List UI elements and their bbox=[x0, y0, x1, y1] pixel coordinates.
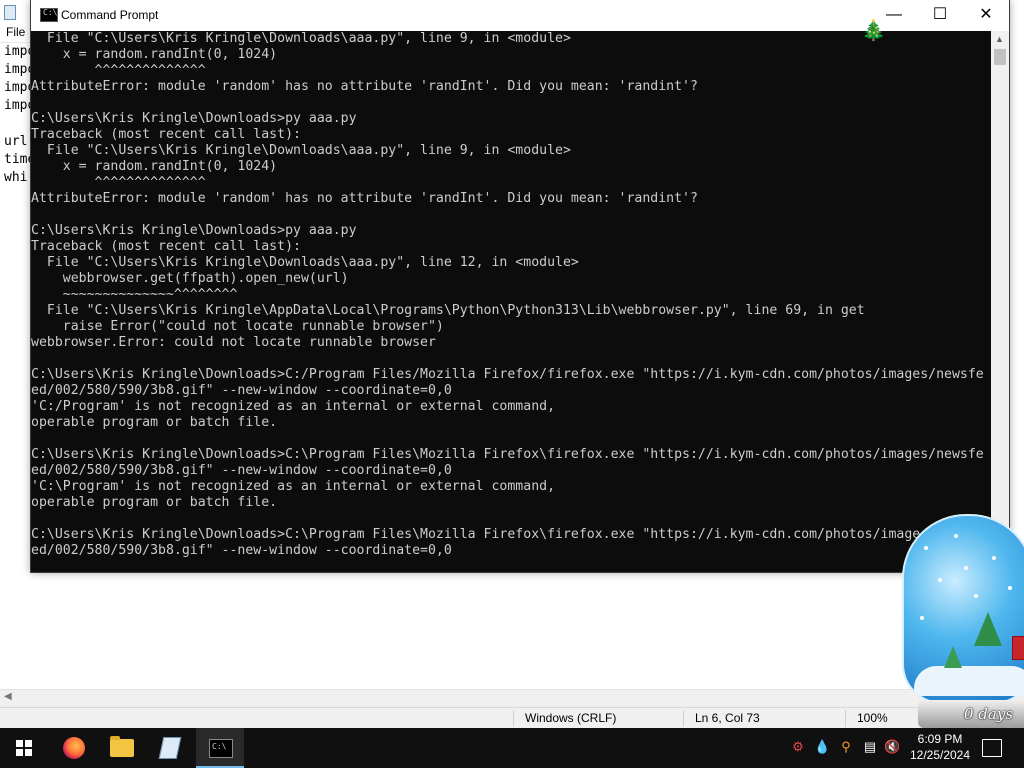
console-line: C:\Users\Kris Kringle\Downloads>py aaa.p… bbox=[31, 111, 357, 126]
command-prompt-icon: C:\ bbox=[40, 8, 58, 22]
network-sharing-icon[interactable]: ⚙ bbox=[790, 739, 806, 755]
console-line: C:\Users\Kris Kringle\Downloads>C:/Progr… bbox=[31, 367, 984, 382]
globe-tree-icon bbox=[944, 646, 962, 668]
console-line: 'C:\Program' is not recognized as an int… bbox=[31, 479, 556, 494]
volume-muted-icon[interactable]: 🔇 bbox=[884, 739, 900, 755]
taskbar-firefox[interactable] bbox=[50, 728, 98, 768]
clock-time: 6:09 PM bbox=[917, 732, 963, 746]
snow-globe-base: 0 days bbox=[918, 700, 1024, 728]
notepad-line: impo bbox=[4, 98, 30, 113]
cmd-vertical-scrollbar[interactable]: ▲ bbox=[991, 31, 1009, 572]
console-line: x = random.randInt(0, 1024) bbox=[31, 159, 278, 174]
console-output-area[interactable]: File "C:\Users\Kris Kringle\Downloads\aa… bbox=[31, 31, 991, 571]
taskbar: C:\ ⚙ 💧 ⚲ ▤ 🔇 6:09 PM 12/25/2024 bbox=[0, 728, 1024, 768]
snowflake bbox=[992, 556, 996, 560]
taskbar-command-prompt[interactable]: C:\ bbox=[196, 728, 244, 768]
console-line: File "C:\Users\Kris Kringle\Downloads\aa… bbox=[31, 143, 571, 158]
console-line: AttributeError: module 'random' has no a… bbox=[31, 191, 698, 206]
cmd-titlebar[interactable]: C:\ Command Prompt 🎄 — ☐ ✕ bbox=[31, 0, 1009, 42]
snowflake bbox=[954, 534, 958, 538]
status-divider bbox=[513, 710, 514, 727]
windows-logo-icon bbox=[16, 740, 32, 756]
console-line: webbrowser.get(ffpath).open_new(url) bbox=[31, 271, 349, 286]
notepad-line: impo bbox=[4, 44, 30, 59]
console-line: ed/002/580/590/3b8.gif" --new-window --c… bbox=[31, 463, 452, 478]
system-clock[interactable]: 6:09 PM 12/25/2024 bbox=[900, 731, 980, 763]
scroll-left-icon[interactable]: ◀ bbox=[4, 691, 12, 702]
snowflake bbox=[920, 616, 924, 620]
notepad-menubar: File bbox=[0, 24, 30, 43]
firefox-icon bbox=[63, 737, 85, 759]
status-divider bbox=[845, 710, 846, 727]
command-prompt-icon: C:\ bbox=[209, 739, 233, 758]
globe-tree-icon bbox=[974, 612, 1002, 646]
notepad-line: whi bbox=[4, 170, 28, 185]
notepad-line: url bbox=[4, 134, 28, 149]
console-line: webbrowser.Error: could not locate runna… bbox=[31, 335, 436, 350]
command-prompt-window: C:\ Command Prompt 🎄 — ☐ ✕ File "C:\User… bbox=[30, 0, 1010, 573]
scrollbar-thumb[interactable] bbox=[994, 49, 1006, 65]
console-line: C:\Users\Kris Kringle\Downloads>C:\Progr… bbox=[31, 527, 937, 542]
water-drop-icon[interactable]: 💧 bbox=[814, 739, 830, 755]
network-icon[interactable]: ▤ bbox=[862, 739, 878, 755]
console-line: File "C:\Users\Kris Kringle\AppData\Loca… bbox=[31, 303, 865, 318]
snow-ground bbox=[914, 666, 1024, 696]
cmd-icon-glyph: C:\ bbox=[43, 8, 58, 17]
snowflake bbox=[924, 546, 928, 550]
status-divider bbox=[683, 710, 684, 727]
console-line: File "C:\Users\Kris Kringle\Downloads\aa… bbox=[31, 255, 579, 270]
console-line: File "C:\Users\Kris Kringle\Downloads\aa… bbox=[31, 31, 571, 46]
gift-icon bbox=[1012, 636, 1024, 660]
snowflake bbox=[1008, 586, 1012, 590]
notepad-line: impo bbox=[4, 62, 30, 77]
maximize-button[interactable]: ☐ bbox=[917, 0, 963, 31]
status-zoom: 100% bbox=[857, 711, 888, 725]
console-line: C:\Users\Kris Kringle\Downloads>C:\Progr… bbox=[31, 447, 984, 462]
minimize-button[interactable]: — bbox=[871, 0, 917, 31]
days-counter: 0 days bbox=[964, 705, 1014, 723]
close-button[interactable]: ✕ bbox=[963, 0, 1009, 31]
window-title: Command Prompt bbox=[61, 8, 159, 22]
notepad-icon bbox=[4, 5, 16, 20]
status-line-ending: Windows (CRLF) bbox=[525, 711, 617, 725]
notepad-icon bbox=[158, 737, 182, 759]
console-line: x = random.randInt(0, 1024) bbox=[31, 47, 278, 62]
snowflake bbox=[964, 566, 968, 570]
snowflake bbox=[938, 578, 942, 582]
menu-file[interactable]: File bbox=[6, 25, 25, 39]
console-line: raise Error("could not locate runnable b… bbox=[31, 319, 444, 334]
console-line: operable program or batch file. bbox=[31, 415, 278, 430]
console-line: ^^^^^^^^^^^^^^ bbox=[31, 175, 206, 190]
notepad-line: impo bbox=[4, 80, 30, 95]
file-explorer-icon bbox=[110, 736, 134, 757]
notepad-status-bar: Windows (CRLF) Ln 6, Col 73 100% bbox=[0, 707, 1024, 729]
start-button[interactable] bbox=[0, 728, 48, 768]
notification-icon[interactable] bbox=[982, 739, 1002, 757]
snow-globe-ball bbox=[902, 514, 1024, 704]
taskbar-file-explorer[interactable] bbox=[98, 728, 146, 768]
status-cursor-position: Ln 6, Col 73 bbox=[695, 711, 760, 725]
snowflake bbox=[974, 594, 978, 598]
notepad-line: time bbox=[4, 152, 30, 167]
console-line: operable program or batch file. bbox=[31, 495, 278, 510]
taskbar-notepad[interactable] bbox=[146, 728, 194, 768]
clock-date: 12/25/2024 bbox=[909, 748, 971, 762]
notepad-titlebar[interactable] bbox=[0, 0, 30, 24]
notepad-horizontal-scrollbar[interactable]: ◀ bbox=[0, 689, 1024, 707]
console-line: AttributeError: module 'random' has no a… bbox=[31, 79, 698, 94]
snow-globe-widget[interactable]: 0 days bbox=[898, 514, 1024, 728]
console-line: Traceback (most recent call last): bbox=[31, 239, 301, 254]
console-line: Traceback (most recent call last): bbox=[31, 127, 301, 142]
notepad-text-area[interactable]: impo impo impo impo url time whi bbox=[0, 43, 30, 193]
console-line: ~~~~~~~~~~~~~~^^^^^^^^ bbox=[31, 287, 238, 302]
console-line: C:\Users\Kris Kringle\Downloads>py aaa.p… bbox=[31, 223, 357, 238]
search-icon[interactable]: ⚲ bbox=[838, 739, 854, 755]
console-line: 'C:/Program' is not recognized as an int… bbox=[31, 399, 556, 414]
console-line: ed/002/580/590/3b8.gif" --new-window --c… bbox=[31, 543, 452, 558]
console-line: ^^^^^^^^^^^^^^ bbox=[31, 63, 206, 78]
console-text: File "C:\Users\Kris Kringle\Downloads\aa… bbox=[31, 31, 984, 559]
cmd-icon-glyph: C:\ bbox=[212, 742, 227, 751]
console-line: ed/002/580/590/3b8.gif" --new-window --c… bbox=[31, 383, 452, 398]
scroll-up-icon[interactable]: ▲ bbox=[995, 34, 1004, 44]
